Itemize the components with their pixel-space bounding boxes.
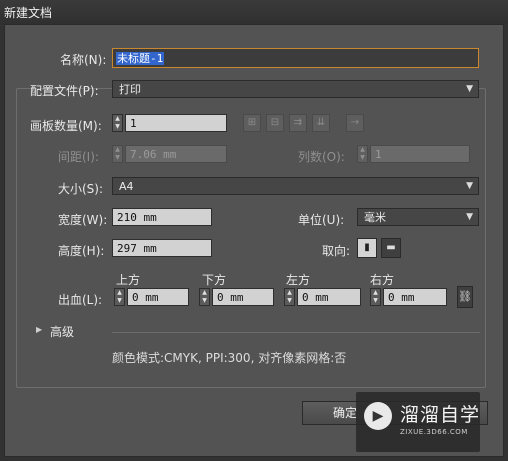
profile-dropdown[interactable]: 打印 ▼ bbox=[112, 80, 479, 98]
bleed-label: 出血(L): bbox=[58, 293, 103, 307]
bleed-bottom-stepper[interactable]: ▲ ▼ bbox=[199, 288, 210, 306]
height-field[interactable]: 297 mm bbox=[112, 239, 212, 257]
orientation-label: 取向: bbox=[322, 244, 351, 258]
artboards-field[interactable]: 1 bbox=[125, 114, 227, 132]
grid-by-column-icon[interactable]: ⊟ bbox=[266, 114, 284, 132]
chevron-down-icon: ▼ bbox=[466, 181, 473, 191]
right-to-left-icon[interactable]: → bbox=[346, 114, 364, 132]
profile-value: 打印 bbox=[119, 83, 141, 96]
portrait-icon[interactable]: ▮ bbox=[357, 238, 377, 258]
bleed-top-stepper[interactable]: ▲ ▼ bbox=[114, 288, 125, 306]
columns-field[interactable]: 1 bbox=[370, 145, 470, 163]
chevron-down-icon: ▼ bbox=[466, 84, 473, 94]
bleed-bottom-field[interactable]: 0 mm bbox=[212, 288, 274, 306]
bleed-top-field[interactable]: 0 mm bbox=[127, 288, 189, 306]
width-field[interactable]: 210 mm bbox=[112, 208, 212, 226]
spacing-stepper[interactable]: ▲ ▼ bbox=[112, 145, 123, 163]
document-summary: 颜色模式:CMYK, PPI:300, 对齐像素网格:否 bbox=[112, 351, 347, 365]
grid-by-row-icon[interactable]: ⊞ bbox=[243, 114, 261, 132]
name-label: 名称(N): bbox=[60, 53, 107, 67]
bleed-left-stepper[interactable]: ▲ ▼ bbox=[284, 288, 295, 306]
bleed-bottom-label: 下方 bbox=[202, 273, 227, 287]
arrange-by-row-icon[interactable]: ⇉ bbox=[289, 114, 307, 132]
ok-button-label: 确定 bbox=[333, 406, 358, 420]
watermark-url: ZIXUE.3D66.COM bbox=[400, 428, 468, 436]
spacing-label: 间距(I): bbox=[58, 150, 99, 164]
size-dropdown[interactable]: A4 ▼ bbox=[112, 177, 479, 195]
advanced-divider bbox=[112, 332, 480, 333]
arrange-by-column-icon[interactable]: ⇊ bbox=[312, 114, 330, 132]
units-value: 毫米 bbox=[364, 211, 386, 224]
columns-stepper[interactable]: ▲ ▼ bbox=[357, 145, 368, 163]
chain-link-icon[interactable]: ⛓ bbox=[457, 286, 473, 308]
size-value: A4 bbox=[119, 180, 134, 193]
title-bar: 新建文档 bbox=[0, 0, 508, 24]
play-logo-icon: ▶ bbox=[364, 402, 392, 430]
artboards-stepper[interactable]: ▲ ▼ bbox=[112, 114, 123, 132]
bleed-left-field[interactable]: 0 mm bbox=[297, 288, 361, 306]
spacing-field[interactable]: 7.06 mm bbox=[125, 145, 227, 163]
triangle-right-icon[interactable]: ▶ bbox=[36, 325, 42, 334]
height-label: 高度(H): bbox=[58, 244, 105, 258]
advanced-label[interactable]: 高级 bbox=[50, 323, 74, 340]
chevron-down-icon: ▼ bbox=[466, 212, 473, 222]
bleed-right-label: 右方 bbox=[370, 273, 395, 287]
bleed-top-label: 上方 bbox=[116, 273, 141, 287]
watermark-brand: 溜溜自学 bbox=[400, 404, 481, 426]
units-dropdown[interactable]: 毫米 ▼ bbox=[357, 208, 479, 226]
profile-label: 配置文件(P): bbox=[30, 84, 99, 98]
artboards-label: 画板数量(M): bbox=[30, 119, 102, 133]
size-label: 大小(S): bbox=[58, 182, 104, 196]
units-label: 单位(U): bbox=[298, 213, 345, 227]
window-title: 新建文档 bbox=[4, 6, 53, 20]
bleed-left-label: 左方 bbox=[286, 273, 311, 287]
columns-label: 列数(O): bbox=[298, 150, 345, 164]
bleed-right-stepper[interactable]: ▲ ▼ bbox=[370, 288, 381, 306]
watermark: ▶ 溜溜自学 ZIXUE.3D66.COM bbox=[356, 392, 480, 452]
bleed-right-field[interactable]: 0 mm bbox=[383, 288, 447, 306]
width-label: 宽度(W): bbox=[58, 213, 108, 227]
landscape-icon[interactable]: ▬ bbox=[381, 238, 401, 258]
name-field[interactable]: 未标题-1 bbox=[112, 48, 479, 68]
name-value: 未标题-1 bbox=[116, 52, 165, 65]
